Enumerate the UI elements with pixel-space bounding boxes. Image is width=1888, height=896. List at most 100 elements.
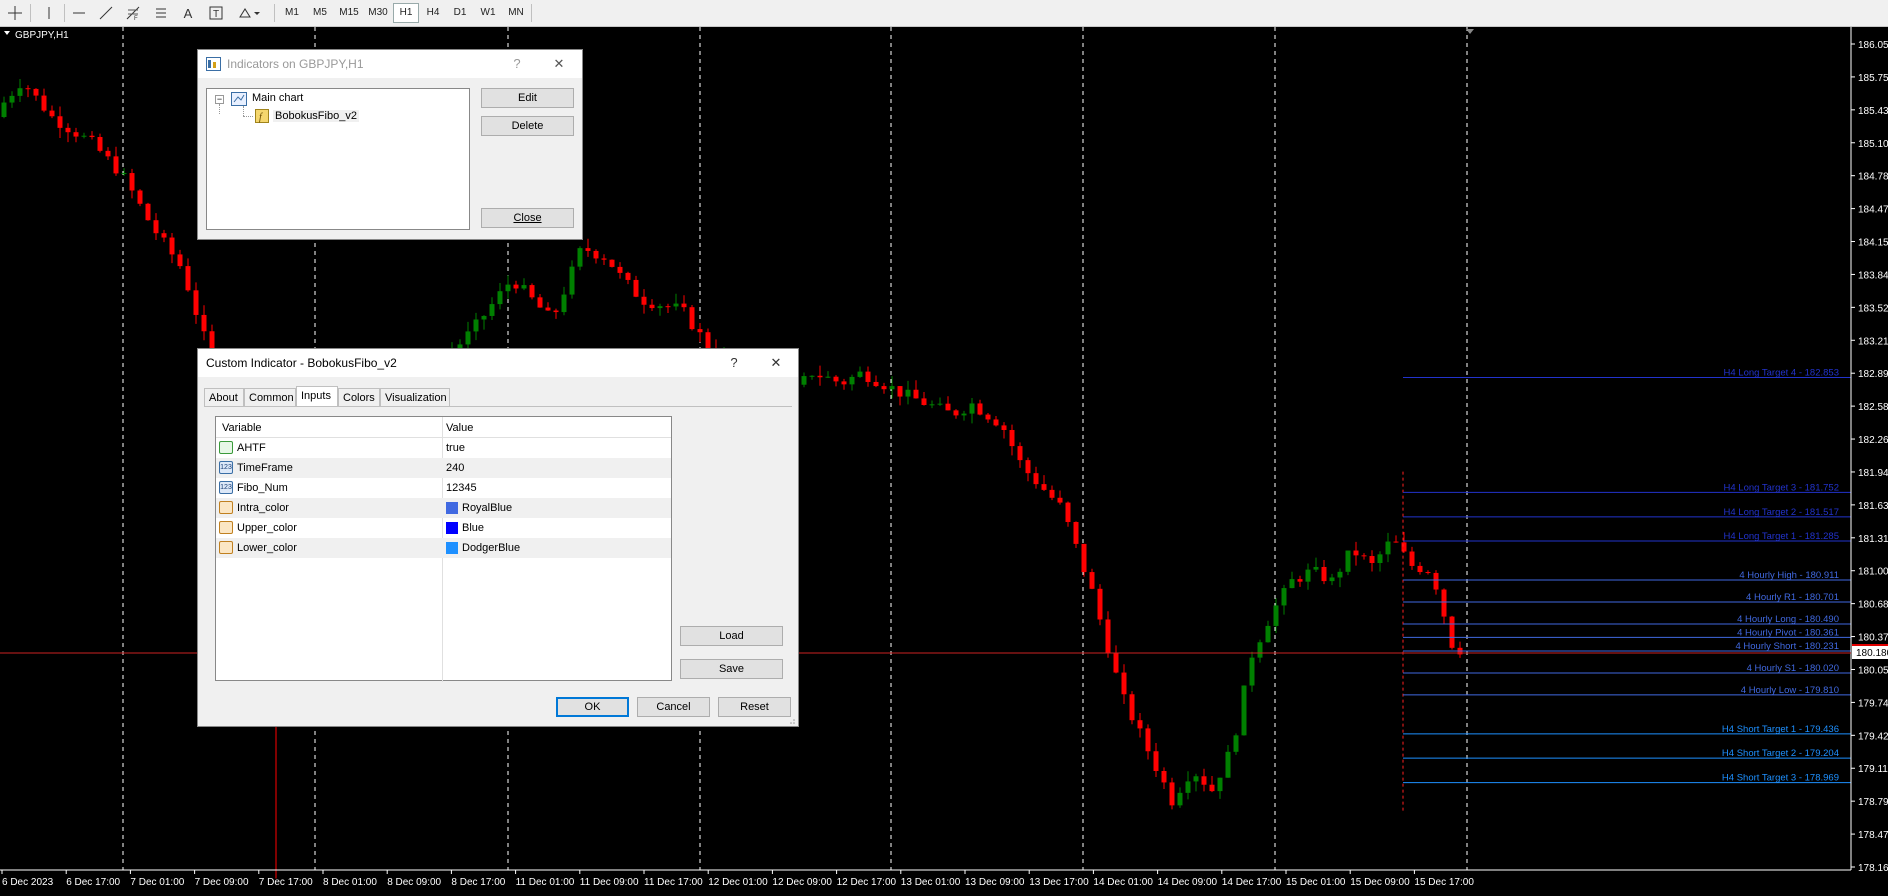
inputs-grid[interactable]: Variable Value AHTF true 123 TimeFrame 2… (215, 416, 672, 682)
input-row-upper-color[interactable]: Upper_color Blue (216, 518, 671, 538)
close-icon[interactable]: ✕ (548, 54, 570, 74)
shapes-menu-icon[interactable] (235, 3, 263, 23)
input-variable: AHTF (237, 442, 266, 454)
time-tick-label: 14 Dec 17:00 (1222, 877, 1282, 888)
int-icon: 123 (219, 461, 233, 474)
price-tick-label: 184.155 (1858, 238, 1888, 249)
candle-body (521, 285, 527, 289)
fibo-level-label: H4 Long Target 3 - 181.752 (1724, 482, 1840, 493)
input-value[interactable]: DodgerBlue (462, 542, 520, 554)
column-header-value[interactable]: Value (446, 422, 473, 434)
candle-body (73, 132, 79, 137)
candle-body (1185, 781, 1191, 793)
indicator-tree[interactable]: − Main chart f BobokusFibo_v2 (206, 88, 470, 230)
candle-body (121, 173, 127, 175)
timeframe-d1[interactable]: D1 (447, 3, 473, 23)
timeframe-m5[interactable]: M5 (307, 3, 333, 23)
toolbar: F A T M1 M5 M15 M30 H1 H4 D1 W1 MN (0, 0, 1888, 27)
text-icon[interactable]: A (178, 3, 198, 23)
input-value[interactable]: 240 (446, 462, 464, 474)
reset-button[interactable]: Reset (718, 697, 791, 717)
candle-body (113, 156, 119, 174)
color-swatch (446, 522, 458, 534)
input-row-fibo-num[interactable]: 123 Fibo_Num 12345 (216, 478, 671, 498)
candle-body (1105, 619, 1111, 654)
horizontal-line-icon[interactable] (68, 3, 90, 23)
timeframe-m30[interactable]: M30 (364, 3, 392, 23)
candle-body (945, 403, 951, 411)
timeframe-m15[interactable]: M15 (335, 3, 363, 23)
edit-button[interactable]: Edit (481, 88, 574, 108)
custom-indicator-titlebar[interactable]: Custom Indicator - BobokusFibo_v2 ? ✕ (198, 349, 798, 377)
symbol-dropdown-icon[interactable] (4, 31, 10, 35)
timeframe-h4[interactable]: H4 (420, 3, 446, 23)
resize-grip-icon[interactable] (788, 716, 796, 724)
price-tick-label: 180.055 (1858, 665, 1888, 676)
candle-body (129, 173, 135, 191)
time-tick-label: 7 Dec 17:00 (259, 877, 313, 888)
indicators-dialog-titlebar[interactable]: Indicators on GBPJPY,H1 ? ✕ (198, 50, 582, 78)
help-icon[interactable]: ? (506, 54, 528, 74)
candle-body (1305, 569, 1311, 582)
tab-common[interactable]: Common (244, 388, 296, 406)
tab-colors[interactable]: Colors (338, 388, 380, 406)
timeframe-h1[interactable]: H1 (393, 3, 419, 23)
candle-body (665, 306, 671, 308)
candle-body (1017, 446, 1023, 461)
input-row-timeframe[interactable]: 123 TimeFrame 240 (216, 458, 671, 478)
candle-body (9, 95, 15, 103)
candle-body (1049, 489, 1055, 498)
save-button[interactable]: Save (680, 659, 783, 679)
help-icon[interactable]: ? (723, 353, 745, 373)
vertical-line-icon[interactable] (38, 3, 60, 23)
timeframe-mn[interactable]: MN (503, 3, 529, 23)
candle-body (1113, 653, 1119, 673)
column-header-variable[interactable]: Variable (222, 422, 262, 434)
timeframe-m1[interactable]: M1 (279, 3, 305, 23)
tab-inputs[interactable]: Inputs (296, 386, 338, 407)
tree-item-main-chart[interactable]: Main chart (252, 92, 303, 104)
channel-icon[interactable] (151, 3, 173, 23)
tab-about[interactable]: About (204, 388, 244, 406)
load-button[interactable]: Load (680, 626, 783, 646)
fibonacci-icon[interactable]: F (122, 3, 144, 23)
input-value[interactable]: RoyalBlue (462, 502, 512, 514)
candle-body (1249, 657, 1255, 686)
candle-body (137, 190, 143, 204)
tree-connector (219, 104, 221, 114)
tab-visualization[interactable]: Visualization (380, 388, 450, 406)
time-tick-label: 12 Dec 01:00 (708, 877, 768, 888)
ok-button[interactable]: OK (556, 697, 629, 717)
input-value[interactable]: true (446, 442, 465, 454)
input-row-lower-color[interactable]: Lower_color DodgerBlue (216, 538, 671, 558)
cancel-button[interactable]: Cancel (637, 697, 710, 717)
input-value[interactable]: Blue (462, 522, 484, 534)
close-icon[interactable]: ✕ (765, 353, 787, 373)
time-tick-label: 15 Dec 01:00 (1286, 877, 1346, 888)
candle-body (545, 307, 551, 311)
candle-body (489, 304, 495, 316)
crosshair-icon[interactable] (4, 3, 26, 23)
text-label-icon[interactable]: T (205, 3, 227, 23)
price-tick-label: 181.945 (1858, 468, 1888, 479)
candle-body (49, 110, 55, 117)
price-tick-label: 179.740 (1858, 698, 1888, 709)
input-value[interactable]: 12345 (446, 482, 477, 494)
fibo-level-label: 4 Hourly S1 - 180.020 (1747, 663, 1839, 674)
timeframe-w1[interactable]: W1 (475, 3, 501, 23)
candle-body (601, 258, 607, 260)
time-tick-label: 11 Dec 01:00 (516, 877, 575, 888)
delete-button[interactable]: Delete (481, 116, 574, 136)
candle-body (1089, 572, 1095, 589)
input-variable: Lower_color (237, 542, 297, 554)
candle-body (161, 233, 167, 238)
candle-body (97, 137, 103, 151)
trend-line-icon[interactable] (95, 3, 117, 23)
input-row-ahtf[interactable]: AHTF true (216, 438, 671, 458)
chart-shift-marker[interactable] (1466, 29, 1474, 34)
tree-item-bobokusfibo[interactable]: BobokusFibo_v2 (273, 110, 359, 122)
close-button[interactable]: Close (481, 208, 574, 228)
price-tick-label: 180.685 (1858, 600, 1888, 611)
collapse-icon[interactable]: − (215, 95, 224, 104)
input-row-intra-color[interactable]: Intra_color RoyalBlue (216, 498, 671, 518)
